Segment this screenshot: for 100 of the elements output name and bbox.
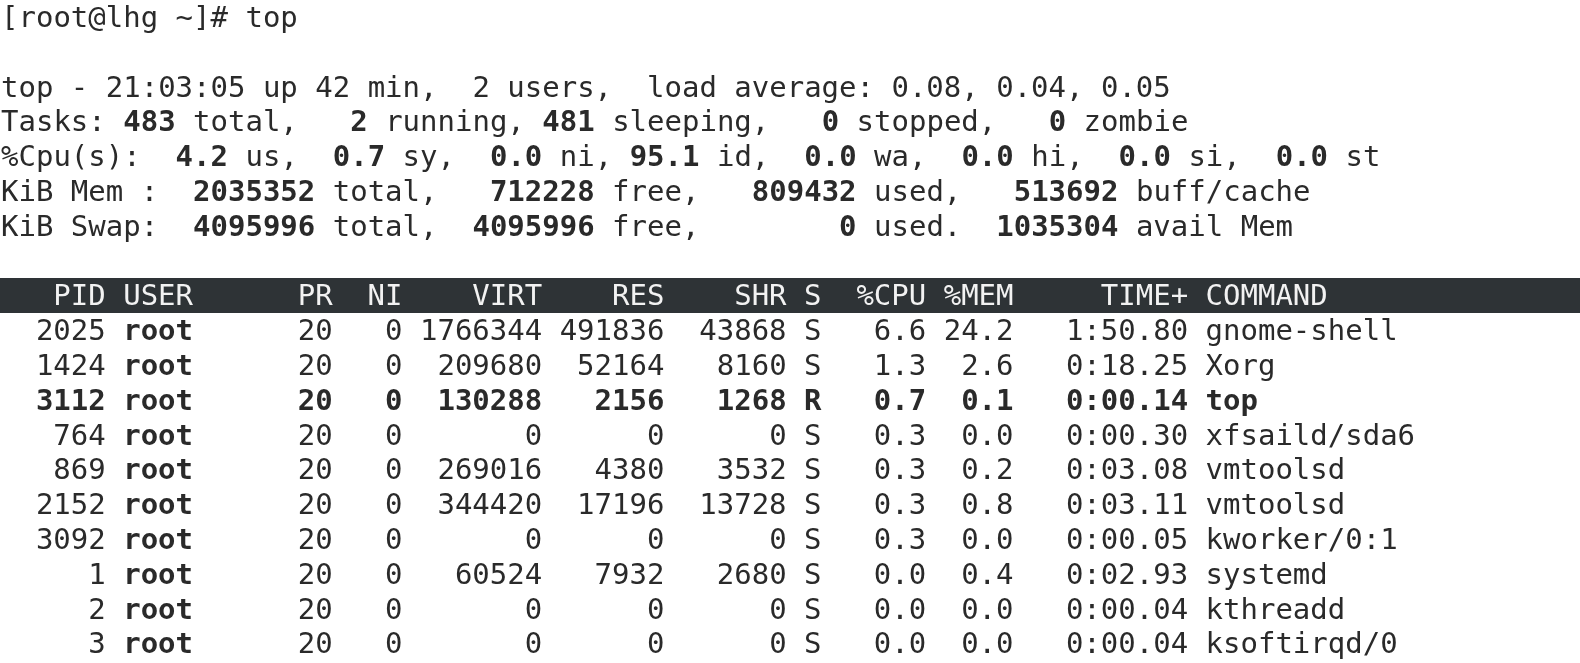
table-cell-text: 0.0 [872, 591, 927, 627]
table-cell-text: 0.0 [872, 556, 927, 592]
table-cell-text: 1:50.80 [1064, 313, 1189, 348]
table-cell-text: 0.0 [960, 591, 1014, 627]
table-cell: 491836 [559, 313, 665, 348]
table-cell-text: root [123, 382, 195, 418]
column-header: %MEM [943, 278, 1014, 314]
table-cell-text: 0.2 [960, 452, 1014, 488]
table-cell-text: 0:18.25 [1064, 347, 1189, 383]
summary-line: KiB Mem : 2035352 total, 712228 free, 809432 used, 513692 buff/cache [0, 174, 1312, 209]
table-cell: S [804, 521, 822, 557]
column-header: TIME+ [1099, 278, 1189, 314]
table-cell-text: 0 [384, 417, 403, 453]
column-header: PR [296, 278, 333, 314]
table-cell-text: root [123, 417, 195, 453]
table-cell-text: 2.6 [960, 347, 1014, 383]
table-cell-text: 13728 [698, 487, 787, 522]
table-cell-text: 0:02.93 [1064, 556, 1189, 592]
table-cell-text: 1424 [34, 347, 106, 383]
column-header: RES [611, 278, 665, 314]
table-cell-text: 20 [296, 452, 333, 488]
table-cell-text: 17196 [576, 487, 665, 522]
summary-line: KiB Swap: 4095996 total, 4095996 free, 0 used. 1035304 avail Mem [0, 208, 1295, 244]
table-cell-text: Xorg [1205, 347, 1277, 383]
table-cell: S [804, 347, 822, 383]
table-cell-text: 6.6 [872, 313, 927, 348]
table-cell-text: root [123, 313, 195, 348]
table-cell-text: 0.8 [960, 487, 1014, 522]
table-cell-text: ksoftirqd/0 [1205, 626, 1399, 662]
table-cell-text: 0:00.30 [1064, 417, 1189, 453]
table-cell-text: root [123, 487, 195, 522]
table-cell-text: 20 [296, 626, 333, 662]
shell-prompt: [root@lhg ~]# top [0, 0, 299, 35]
table-cell-text: 20 [296, 313, 333, 348]
table-cell: S [804, 556, 822, 592]
table-cell-text: 209680 [436, 347, 543, 383]
table-cell-text: top [1205, 382, 1259, 418]
table-cell: R [804, 382, 822, 418]
column-header: VIRT [471, 278, 543, 314]
table-cell: S [804, 626, 822, 662]
table-cell-text: 0 [768, 521, 787, 557]
table-cell-text: 60524 [453, 556, 543, 592]
summary-line: top - 21:03:05 up 42 min, 2 users, load average: 0.08, 0.04, 0.05 [0, 69, 1172, 105]
table-cell-text: 0 [384, 452, 403, 488]
column-header: NI [366, 278, 403, 314]
table-cell-text: 0:03.08 [1064, 452, 1189, 488]
table-cell-text: kworker/0:1 [1205, 521, 1399, 557]
table-cell-text: 0 [645, 521, 665, 557]
table-cell-text: 3 [87, 626, 106, 662]
table-cell-text: 0.0 [872, 626, 927, 662]
table-cell-text: 1.3 [872, 347, 927, 383]
column-header: PID [52, 278, 106, 314]
table-cell-text: 43868 [698, 313, 787, 348]
table-cell-text: 20 [296, 591, 333, 627]
table-cell-text: 0 [384, 382, 403, 418]
table-cell-text: 0.0 [960, 417, 1014, 453]
table-cell-text: 0 [645, 591, 665, 627]
table-cell-text: 0.3 [872, 417, 927, 453]
table-cell-text: 0.1 [960, 382, 1014, 418]
column-header: S [804, 278, 822, 314]
table-cell-text: 0.3 [872, 521, 927, 557]
table-cell-text: 0 [384, 626, 403, 662]
column-header: COMMAND [1205, 278, 1329, 314]
table-cell-text: 0 [645, 626, 665, 662]
table-cell-text: 0 [523, 521, 543, 557]
table-cell-text: 1268 [715, 382, 787, 418]
table-cell-text: 20 [296, 417, 333, 453]
table-cell-text: 20 [296, 347, 333, 383]
table-cell-text: 0.3 [872, 452, 927, 488]
table-cell-text: 0 [645, 417, 665, 453]
table-cell-text: 0 [384, 347, 403, 383]
table-cell-text: 0 [768, 417, 787, 453]
table-cell-text: 0 [384, 591, 403, 627]
table-cell-text: 0:00.04 [1064, 626, 1189, 662]
table-cell-text: root [123, 452, 195, 488]
table-cell-text: 0 [523, 417, 543, 453]
table-cell-text: 2 [87, 591, 106, 627]
table-cell-text: 8160 [715, 347, 787, 383]
table-cell-text: 7932 [593, 556, 665, 592]
table-cell-text: 4380 [593, 452, 665, 488]
table-cell-text: 0 [768, 626, 787, 662]
table-cell-text: 1 [87, 556, 106, 592]
table-cell-text: vmtoolsd [1205, 487, 1347, 522]
table-cell: S [804, 452, 822, 488]
summary-line: %Cpu(s): 4.2 us, 0.7 sy, 0.0 ni, 95.1 id, 0.0 wa, 0.0 hi, 0.0 si, 0.0 st [0, 139, 1382, 174]
table-cell-text: 52164 [576, 347, 665, 383]
table-cell-text: 20 [296, 556, 333, 592]
table-cell-text: 0 [523, 591, 543, 627]
column-header: SHR [733, 278, 787, 314]
table-cell-text: 0 [384, 521, 403, 557]
table-cell-text: 0 [768, 591, 787, 627]
table-cell-text: root [123, 521, 195, 557]
table-cell-text: 0 [523, 626, 543, 662]
table-cell-text: 130288 [436, 382, 543, 418]
table-cell-text: root [123, 556, 195, 592]
table-cell-text: 0 [384, 313, 403, 348]
column-header: %CPU [855, 278, 927, 314]
table-cell-text: 0.3 [872, 487, 927, 522]
table-cell-text: 0 [384, 556, 403, 592]
table-cell-text: root [123, 626, 195, 662]
